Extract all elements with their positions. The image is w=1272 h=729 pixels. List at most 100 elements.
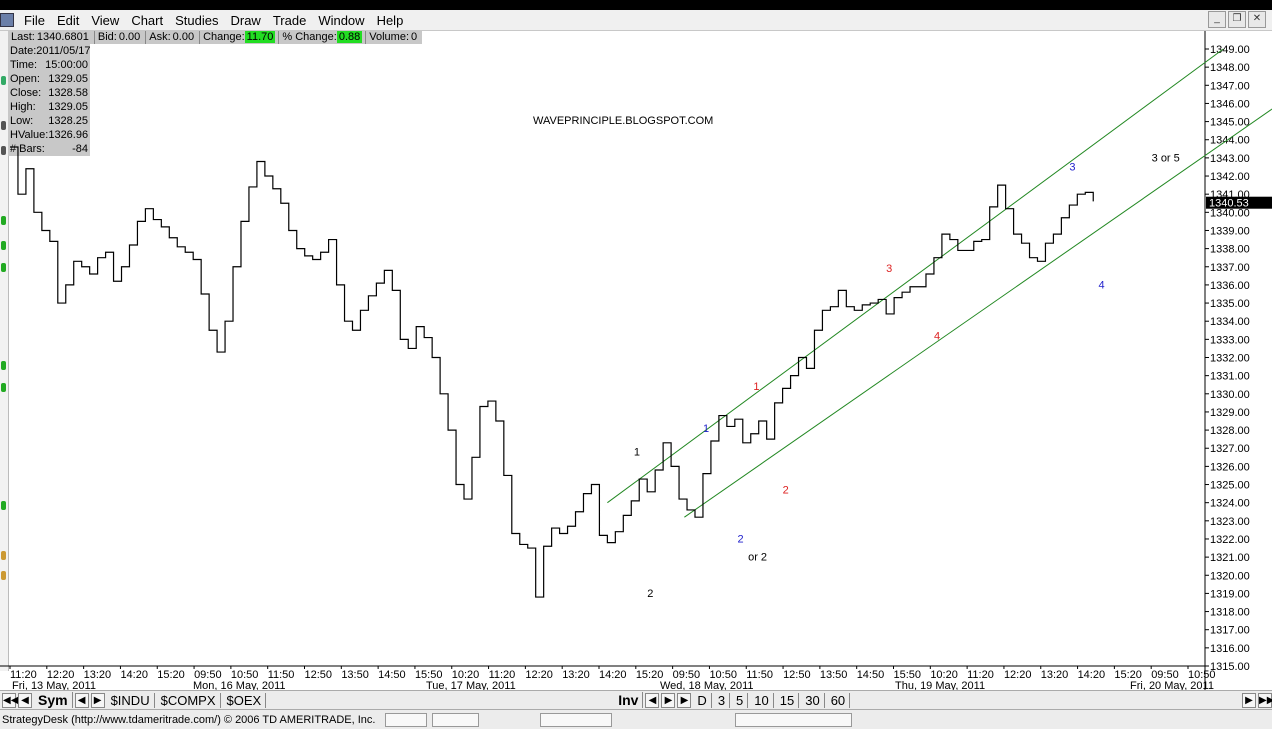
x-tick-label: 12:20	[525, 669, 553, 681]
tab-5[interactable]: 5	[732, 692, 749, 708]
y-tick-label: 1345.00	[1210, 117, 1250, 129]
tab-3[interactable]: 3	[714, 692, 731, 708]
x-tick-label: 14:50	[857, 669, 885, 681]
prev-icon[interactable]: ◀	[18, 692, 32, 708]
wave-label: 3 or 5	[1152, 153, 1180, 165]
wave-label: 1	[634, 446, 640, 458]
y-tick-label: 1334.00	[1210, 316, 1250, 328]
y-tick-label: 1336.00	[1210, 280, 1250, 292]
y-tick-label: 1315.00	[1210, 661, 1250, 673]
close-button[interactable]: ✕	[1248, 11, 1266, 28]
x-tick-label: 13:50	[341, 669, 369, 681]
first-icon[interactable]: ◀◀	[2, 692, 18, 708]
menu-file[interactable]: File	[18, 13, 51, 28]
app-icon	[0, 13, 14, 27]
tab-inv[interactable]: Inv	[614, 692, 644, 708]
scroll-right-icon[interactable]: ▶	[1242, 692, 1256, 708]
menu-view[interactable]: View	[85, 13, 125, 28]
y-tick-label: 1326.00	[1210, 461, 1250, 473]
x-tick-label: 14:20	[599, 669, 627, 681]
restore-button[interactable]: ❐	[1228, 11, 1246, 28]
price-chart[interactable]: 1349.001348.001347.001346.001345.001344.…	[0, 31, 1272, 690]
y-tick-label: 1328.00	[1210, 425, 1250, 437]
wave-label: 2	[647, 588, 653, 600]
y-tick-label: 1342.00	[1210, 171, 1250, 183]
date-label: Fri, 13 May, 2011	[12, 680, 96, 690]
status-field	[432, 713, 479, 727]
y-tick-label: 1325.00	[1210, 480, 1250, 492]
x-tick-label: 14:50	[378, 669, 406, 681]
y-tick-label: 1329.00	[1210, 407, 1250, 419]
wave-label: 2	[737, 534, 743, 546]
price-line	[10, 146, 1094, 598]
menu-studies[interactable]: Studies	[169, 13, 224, 28]
tab-oex[interactable]: $OEX	[223, 692, 267, 708]
date-label: Mon, 16 May, 2011	[193, 680, 286, 690]
menu-trade[interactable]: Trade	[267, 13, 312, 28]
title-bar	[0, 0, 1272, 10]
x-tick-label: 12:50	[305, 669, 333, 681]
y-tick-label: 1318.00	[1210, 607, 1250, 619]
status-field	[540, 713, 612, 727]
next-icon[interactable]: ▶	[661, 692, 676, 708]
menu-window[interactable]: Window	[312, 13, 370, 28]
current-price-label: 1340.53	[1209, 198, 1249, 210]
date-label: Fri, 20 May, 2011	[1130, 680, 1214, 690]
minimize-button[interactable]: _	[1208, 11, 1226, 28]
chart-title: WAVEPRINCIPLE.BLOGSPOT.COM	[533, 115, 713, 127]
x-tick-label: 15:20	[157, 669, 185, 681]
tab-60[interactable]: 60	[827, 692, 851, 708]
date-label: Wed, 18 May, 2011	[660, 680, 754, 690]
menu-chart[interactable]: Chart	[125, 13, 169, 28]
scroll-left-icon[interactable]: ◀	[74, 692, 89, 708]
wave-label: 3	[886, 263, 892, 275]
x-tick-label: 14:20	[120, 669, 148, 681]
wave-label: or 2	[748, 552, 767, 564]
tab-compx[interactable]: $COMPX	[157, 692, 221, 708]
menu-edit[interactable]: Edit	[51, 13, 85, 28]
x-tick-label: 12:50	[783, 669, 811, 681]
scroll-right-icon[interactable]: ▶	[90, 692, 105, 708]
tab-sym[interactable]: Sym	[34, 692, 73, 708]
menu-draw[interactable]: Draw	[224, 13, 266, 28]
wave-label: 3	[1069, 162, 1075, 174]
tab-30[interactable]: 30	[801, 692, 825, 708]
x-tick-label: 13:20	[1041, 669, 1069, 681]
y-tick-label: 1344.00	[1210, 135, 1250, 147]
y-tick-label: 1322.00	[1210, 534, 1250, 546]
next-end-icon[interactable]: ▶	[677, 692, 692, 708]
prev-icon[interactable]: ◀	[645, 692, 660, 708]
y-tick-label: 1321.00	[1210, 552, 1250, 564]
y-tick-label: 1327.00	[1210, 443, 1250, 455]
y-tick-label: 1343.00	[1210, 153, 1250, 165]
tab-indu[interactable]: $INDU	[107, 692, 155, 708]
x-tick-label: 13:20	[562, 669, 590, 681]
status-field	[735, 713, 852, 727]
tab-d[interactable]: D	[693, 692, 712, 708]
wave-label: 4	[1099, 280, 1105, 292]
bottom-tab-bar: ◀◀ ◀ Sym ◀ ▶ $INDU $COMPX $OEX Inv ◀ ▶ ▶…	[0, 690, 1272, 709]
status-field	[385, 713, 427, 727]
y-tick-label: 1335.00	[1210, 298, 1250, 310]
wave-label: 2	[783, 485, 789, 497]
y-tick-label: 1330.00	[1210, 389, 1250, 401]
window-controls: _ ❐ ✕	[1208, 11, 1266, 28]
x-tick-label: 12:20	[1004, 669, 1032, 681]
y-tick-label: 1323.00	[1210, 516, 1250, 528]
tab-10[interactable]: 10	[750, 692, 774, 708]
channel-line	[684, 108, 1272, 518]
x-tick-label: 13:50	[820, 669, 848, 681]
scroll-end-icon[interactable]: ▶▶	[1258, 692, 1272, 708]
y-tick-label: 1348.00	[1210, 62, 1250, 74]
y-tick-label: 1333.00	[1210, 334, 1250, 346]
status-text: StrategyDesk (http://www.tdameritrade.co…	[2, 714, 376, 726]
y-tick-label: 1319.00	[1210, 588, 1250, 600]
y-tick-label: 1337.00	[1210, 262, 1250, 274]
y-tick-label: 1316.00	[1210, 643, 1250, 655]
menu-help[interactable]: Help	[371, 13, 410, 28]
date-label: Tue, 17 May, 2011	[426, 680, 516, 690]
tab-15[interactable]: 15	[776, 692, 800, 708]
status-bar: StrategyDesk (http://www.tdameritrade.co…	[0, 709, 1272, 729]
x-tick-label: 14:20	[1078, 669, 1106, 681]
y-tick-label: 1339.00	[1210, 225, 1250, 237]
